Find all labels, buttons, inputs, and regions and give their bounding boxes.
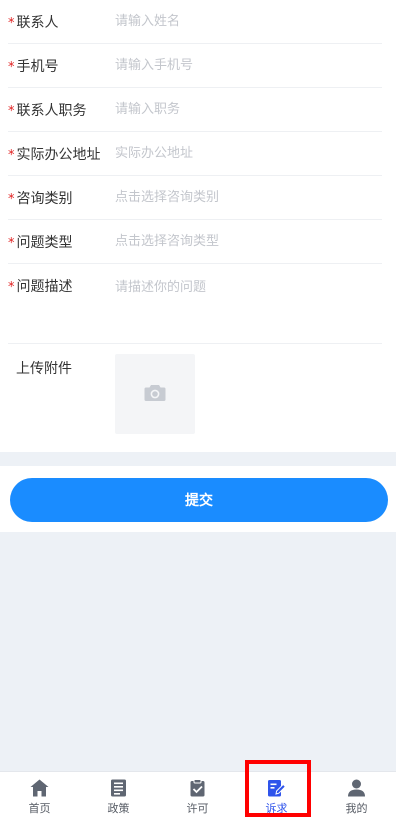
question-description-label: * 问题描述 xyxy=(8,279,73,295)
attachment-upload-button[interactable] xyxy=(115,354,195,434)
contact-title-row: * 联系人职务 xyxy=(8,88,382,132)
tab-mine[interactable]: 我的 xyxy=(317,772,396,821)
consult-category-row: * 咨询类别 xyxy=(8,176,382,220)
question-description-textarea[interactable] xyxy=(115,276,375,336)
phone-row: * 手机号 xyxy=(8,44,382,88)
contact-name-input[interactable] xyxy=(115,10,375,32)
office-address-input[interactable] xyxy=(115,142,375,164)
tab-home[interactable]: 首页 xyxy=(0,772,79,821)
required-mark: * xyxy=(8,192,15,207)
user-icon xyxy=(348,779,365,797)
tab-appeal[interactable]: 诉求 xyxy=(237,772,316,821)
required-mark: * xyxy=(8,16,15,31)
required-mark: * xyxy=(8,236,15,251)
tab-mine-label: 我的 xyxy=(345,802,368,815)
question-type-picker[interactable] xyxy=(115,230,375,252)
contact-name-label: * 联系人 xyxy=(8,15,59,31)
consult-category-picker[interactable] xyxy=(115,186,375,208)
question-description-row: * 问题描述 xyxy=(8,264,382,344)
tab-home-label: 首页 xyxy=(28,802,51,815)
attachment-label: 上传附件 xyxy=(16,361,72,377)
office-address-label: * 实际办公地址 xyxy=(8,147,101,163)
tab-policy[interactable]: 政策 xyxy=(79,772,158,821)
tab-policy-label: 政策 xyxy=(107,802,130,815)
clipboard-check-icon xyxy=(190,779,205,797)
question-type-row: * 问题类型 xyxy=(8,220,382,264)
office-address-row: * 实际办公地址 xyxy=(8,132,382,176)
phone-label: * 手机号 xyxy=(8,59,59,75)
section-gap xyxy=(0,452,396,466)
required-mark: * xyxy=(8,280,15,295)
edit-pen-icon xyxy=(268,780,286,797)
required-mark: * xyxy=(8,60,15,75)
tab-permit[interactable]: 许可 xyxy=(158,772,237,821)
contact-title-label: * 联系人职务 xyxy=(8,103,87,119)
complaint-form: *联系人 *手机号 *联系人职务 *实际办公地址 *咨询类别 *问题类型 *问题… xyxy=(0,0,396,452)
submit-area: 提交 xyxy=(0,466,396,532)
submit-button[interactable]: 提交 xyxy=(10,478,388,522)
bottom-tab-bar: 首页 政策 许可 诉求 我的 xyxy=(0,771,396,821)
tab-permit-label: 许可 xyxy=(186,802,209,815)
question-type-label: * 问题类型 xyxy=(8,235,73,251)
home-icon xyxy=(30,779,49,797)
policy-book-icon xyxy=(111,779,126,797)
attachment-row: 上传附件 xyxy=(16,344,382,444)
required-mark: * xyxy=(8,104,15,119)
required-mark: * xyxy=(8,148,15,163)
phone-input[interactable] xyxy=(115,54,375,76)
camera-icon xyxy=(144,385,166,401)
contact-name-row: * 联系人 xyxy=(8,0,382,44)
contact-title-input[interactable] xyxy=(115,98,375,120)
tab-appeal-label: 诉求 xyxy=(265,802,288,815)
consult-category-label: * 咨询类别 xyxy=(8,191,73,207)
